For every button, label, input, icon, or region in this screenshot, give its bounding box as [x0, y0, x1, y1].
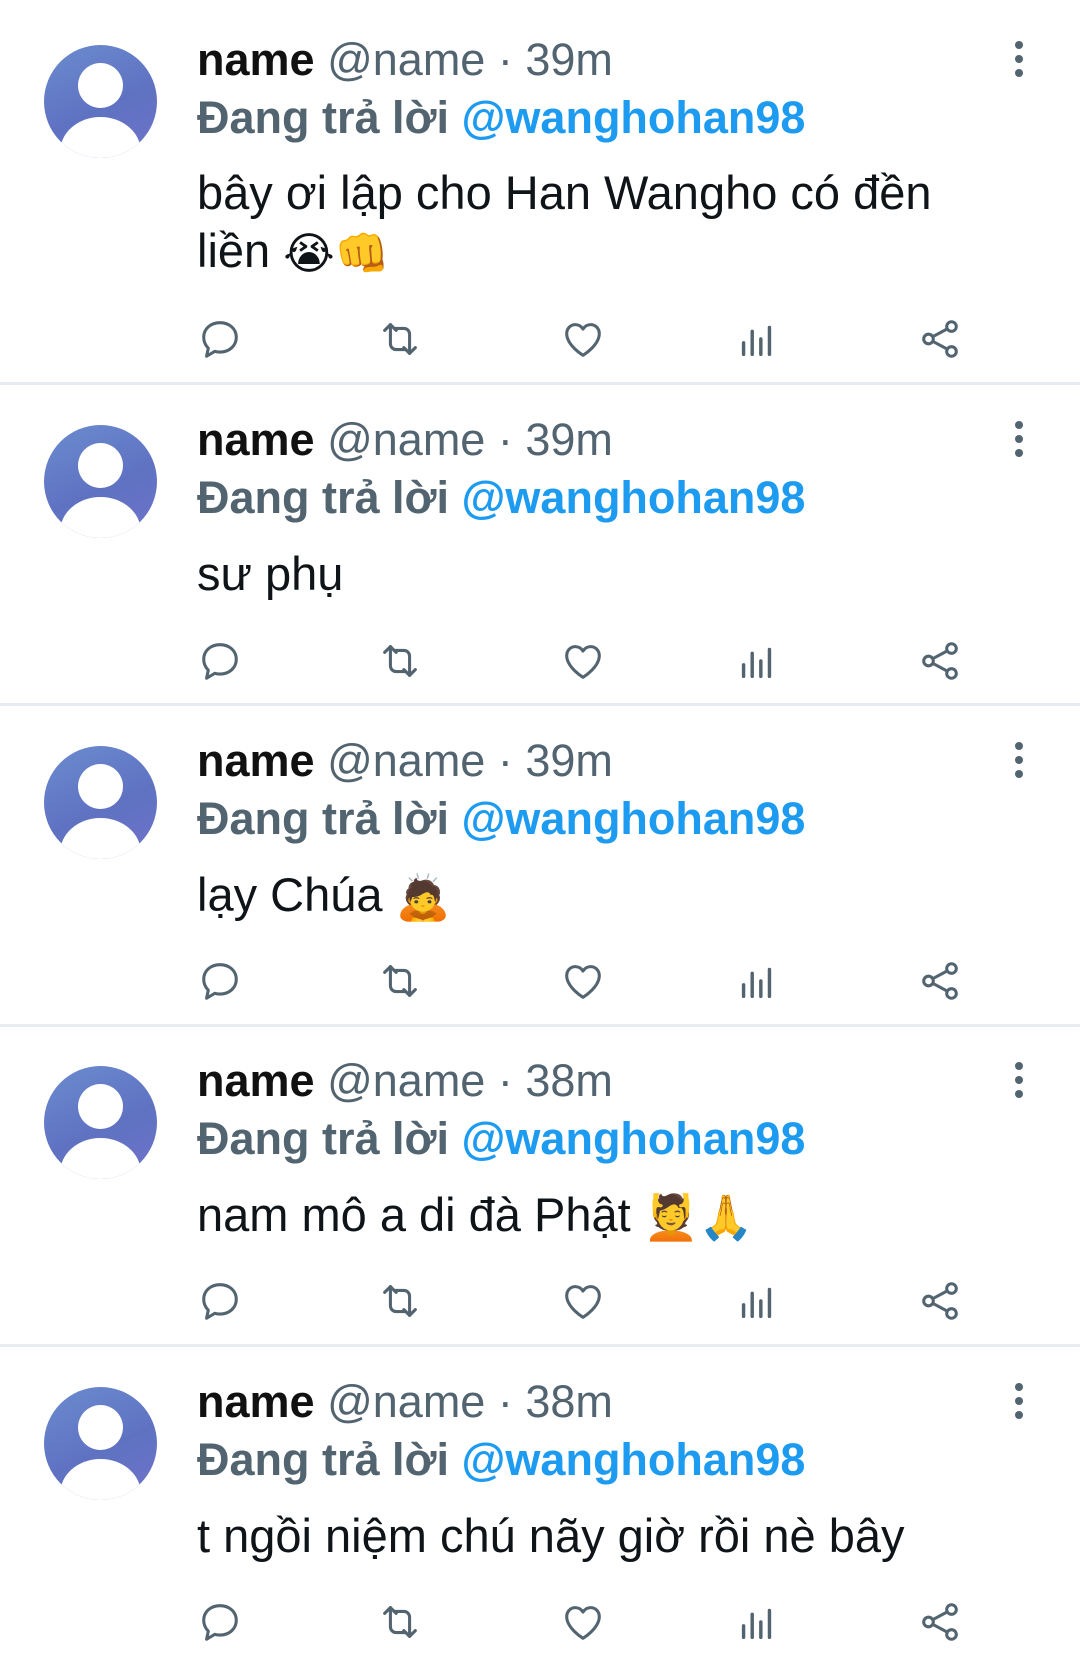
tweet-header: name @name · 38m — [197, 1372, 613, 1432]
author-handle[interactable]: @name — [327, 1376, 485, 1427]
avatar-body-shape — [60, 1459, 141, 1500]
tweet-actions — [197, 1599, 1017, 1649]
tweet-text: t ngồi niệm chú nãy giờ rồi nè bây — [197, 1509, 905, 1562]
tweet[interactable]: name @name · 38m Đang trả lời @wanghohan… — [0, 0, 1080, 1667]
timestamp[interactable]: 38m — [525, 1376, 613, 1427]
avatar-head-shape — [78, 1405, 123, 1450]
tweet-text-block: t ngồi niệm chú nãy giờ rồi nè bây — [197, 1507, 1017, 1569]
header-separator: · — [497, 1376, 513, 1427]
replying-to-label: Đang trả lời — [197, 1434, 450, 1485]
author-name[interactable]: name — [197, 1376, 315, 1427]
more-vertical-icon[interactable] — [1013, 1383, 1025, 1423]
share-icon[interactable] — [917, 1599, 963, 1645]
reply-icon[interactable] — [197, 1599, 243, 1645]
analytics-icon[interactable] — [734, 1599, 780, 1645]
replying-to-mention[interactable]: @wanghohan98 — [462, 1434, 806, 1485]
replying-to-line: Đang trả lời @wanghohan98 — [197, 1430, 805, 1490]
like-icon[interactable] — [560, 1599, 606, 1645]
retweet-icon[interactable] — [377, 1599, 423, 1645]
avatar[interactable] — [44, 1387, 157, 1500]
